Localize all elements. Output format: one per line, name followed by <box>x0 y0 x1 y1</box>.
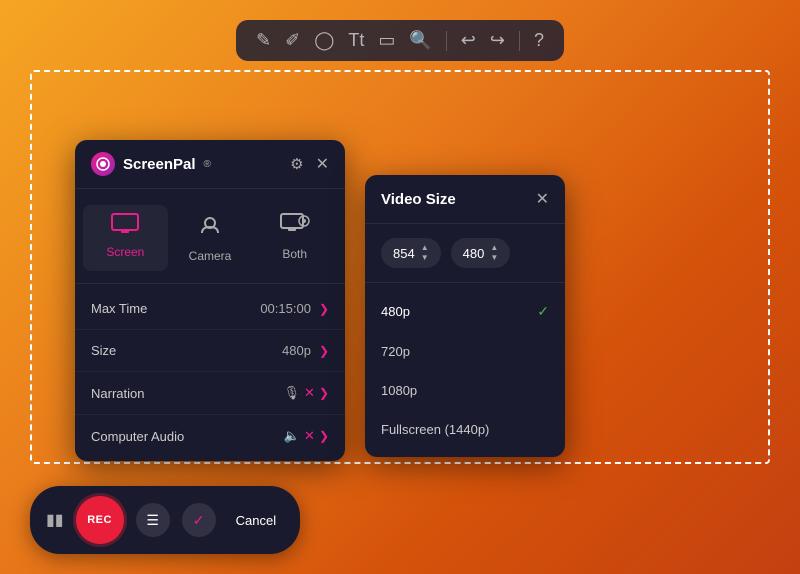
vs-inputs: 854 ▲ ▼ 480 ▲ ▼ <box>365 224 565 283</box>
tab-screen[interactable]: Screen <box>83 205 168 271</box>
camera-tab-icon <box>198 213 222 243</box>
speaker-icon: 🔈 <box>284 428 300 444</box>
screen-tab-icon <box>111 213 139 239</box>
brand-name: ScreenPal <box>123 156 196 173</box>
vs-close-icon[interactable]: ✕ <box>536 189 549 209</box>
mode-tabs: Screen Camera Both <box>75 189 345 284</box>
narration-right: 🎙 ✕ ❯ <box>284 385 329 401</box>
brand: ScreenPal ® <box>91 152 211 176</box>
help-icon[interactable]: ? <box>534 30 544 51</box>
vs-480p-label: 480p <box>381 304 410 319</box>
size-value: 480p <box>282 343 311 358</box>
cancel-button[interactable]: Cancel <box>228 509 284 532</box>
narration-label: Narration <box>91 386 144 401</box>
tab-both[interactable]: Both <box>252 205 337 271</box>
vs-title: Video Size <box>381 191 456 208</box>
size-chevron: ❯ <box>319 344 329 358</box>
vs-options: 480p ✓ 720p 1080p Fullscreen (1440p) <box>365 283 565 457</box>
settings-icon[interactable]: ⚙ <box>290 155 303 173</box>
screenpal-panel: ScreenPal ® ⚙ ✕ Screen Ca <box>75 140 345 461</box>
text-icon[interactable]: Tt <box>348 30 364 51</box>
divider <box>446 31 447 51</box>
video-size-panel: Video Size ✕ 854 ▲ ▼ 480 ▲ ▼ 480p ✓ 720p… <box>365 175 565 457</box>
size-right: 480p ❯ <box>282 343 329 358</box>
vs-height-up[interactable]: ▲ <box>490 244 498 252</box>
vs-fullscreen-label: Fullscreen (1440p) <box>381 422 489 437</box>
vs-header: Video Size ✕ <box>365 175 565 224</box>
vs-480p-check: ✓ <box>537 303 549 320</box>
pencil-icon[interactable]: ✎ <box>256 30 271 51</box>
max-time-chevron: ❯ <box>319 302 329 316</box>
narration-x: ✕ <box>304 385 315 401</box>
vs-width-value: 854 <box>393 246 415 261</box>
narration-row[interactable]: Narration 🎙 ✕ ❯ <box>75 372 345 415</box>
vs-height-down[interactable]: ▼ <box>490 254 498 262</box>
size-label: Size <box>91 343 116 358</box>
max-time-right: 00:15:00 ❯ <box>260 301 329 316</box>
max-time-value: 00:15:00 <box>260 301 311 316</box>
max-time-label: Max Time <box>91 301 147 316</box>
audio-row[interactable]: Computer Audio 🔈 ✕ ❯ <box>75 415 345 457</box>
narration-chevron: ❯ <box>319 386 329 400</box>
rectangle-icon[interactable]: ▭ <box>378 30 395 51</box>
size-row[interactable]: Size 480p ❯ <box>75 330 345 372</box>
vs-720p-label: 720p <box>381 344 410 359</box>
menu-button[interactable]: ☰ <box>136 503 170 537</box>
both-tab-label: Both <box>282 247 307 261</box>
redo-icon[interactable]: ↪ <box>490 30 505 51</box>
camera-tab-label: Camera <box>189 249 232 263</box>
vs-1080p-label: 1080p <box>381 383 417 398</box>
mic-icon: 🎙 <box>284 385 301 401</box>
vs-width-group: 854 ▲ ▼ <box>381 238 441 268</box>
panel-header: ScreenPal ® ⚙ ✕ <box>75 140 345 189</box>
vs-option-fullscreen[interactable]: Fullscreen (1440p) <box>365 410 565 449</box>
audio-x: ✕ <box>304 428 315 444</box>
audio-right: 🔈 ✕ ❯ <box>284 428 329 444</box>
max-time-row[interactable]: Max Time 00:15:00 ❯ <box>75 288 345 330</box>
pause-icon[interactable]: ▮▮ <box>46 510 64 530</box>
audio-label: Computer Audio <box>91 429 184 444</box>
settings-list: Max Time 00:15:00 ❯ Size 480p ❯ Narratio… <box>75 284 345 461</box>
panel-header-icons: ⚙ ✕ <box>290 154 329 174</box>
curve-icon[interactable]: ✐ <box>285 30 300 51</box>
bottom-bar: ▮▮ REC ☰ ✓ Cancel <box>30 486 300 554</box>
divider2 <box>519 31 520 51</box>
vs-width-down[interactable]: ▼ <box>421 254 429 262</box>
vs-option-1080p[interactable]: 1080p <box>365 371 565 410</box>
vs-width-up[interactable]: ▲ <box>421 244 429 252</box>
close-icon[interactable]: ✕ <box>316 154 329 174</box>
vs-height-spinner: ▲ ▼ <box>490 244 498 262</box>
vs-width-spinner: ▲ ▼ <box>421 244 429 262</box>
undo-icon[interactable]: ↩ <box>461 30 476 51</box>
eraser-icon[interactable]: ◯ <box>314 30 334 51</box>
tab-camera[interactable]: Camera <box>168 205 253 271</box>
audio-chevron: ❯ <box>319 429 329 443</box>
both-tab-icon <box>280 213 310 241</box>
screen-tab-label: Screen <box>106 245 144 259</box>
brand-logo <box>91 152 115 176</box>
edit-button[interactable]: ✓ <box>182 503 216 537</box>
vs-height-value: 480 <box>463 246 485 261</box>
vs-height-group: 480 ▲ ▼ <box>451 238 511 268</box>
rec-button[interactable]: REC <box>76 496 124 544</box>
zoom-icon[interactable]: 🔍 <box>409 30 431 51</box>
vs-option-480p[interactable]: 480p ✓ <box>365 291 565 332</box>
toolbar: ✎ ✐ ◯ Tt ▭ 🔍 ↩ ↪ ? <box>236 20 564 61</box>
vs-option-720p[interactable]: 720p <box>365 332 565 371</box>
